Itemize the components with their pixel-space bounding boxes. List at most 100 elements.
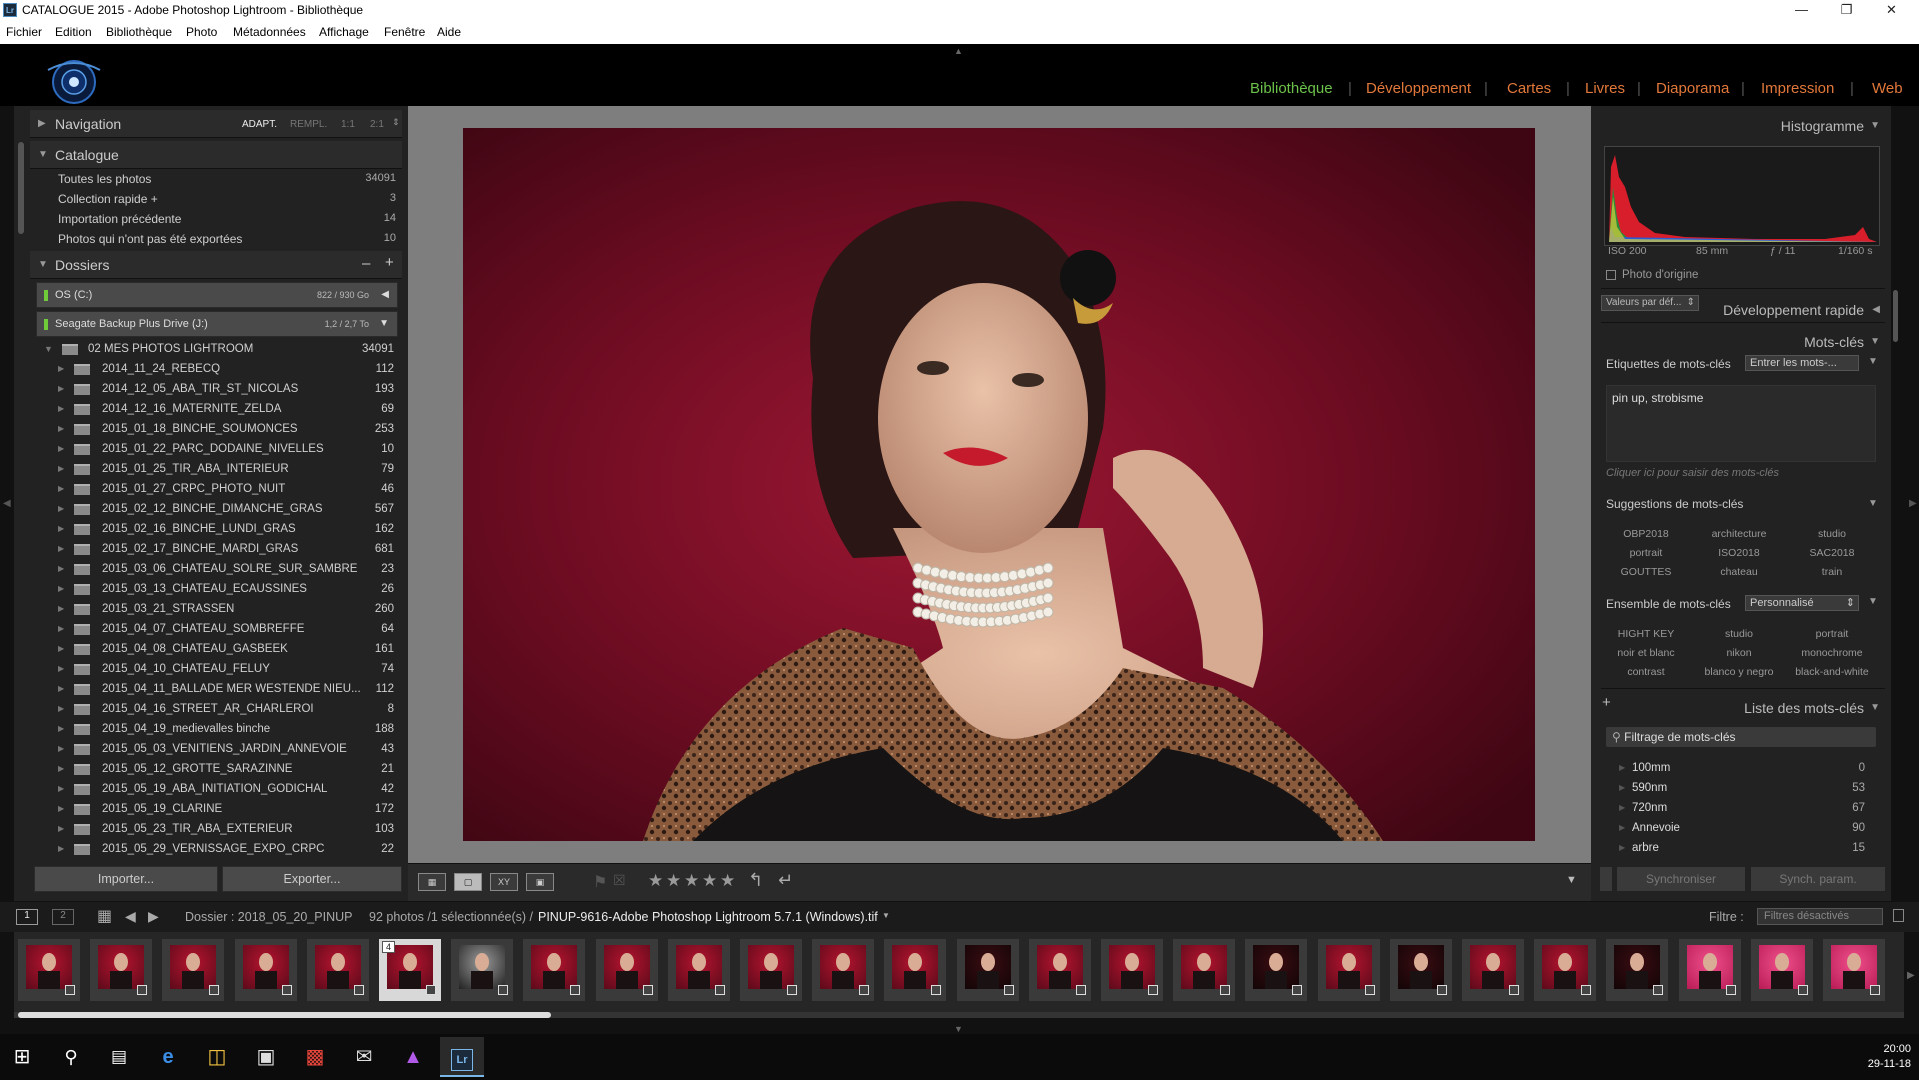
expand-icon[interactable]: ▶ [1619,763,1625,772]
keyword-tags-field[interactable]: pin up, strobisme [1606,385,1876,462]
folder-item[interactable]: ▶ 2015_03_06_CHATEAU_SOLRE_SUR_SAMBRE 23 [30,559,402,579]
folder-expand-icon[interactable]: ▶ [58,404,64,413]
catalog-item[interactable]: Importation précédente 14 [30,209,404,229]
catalog-item[interactable]: Toutes les photos 34091 [30,169,404,189]
filename[interactable]: PINUP-9616-Adobe Photoshop Lightroom 5.7… [538,910,878,924]
collapse-top-icon[interactable]: ▲ [954,46,963,56]
folder-expand-icon[interactable]: ▶ [58,664,64,673]
folder-expand-icon[interactable]: ▶ [58,704,64,713]
menu-aide[interactable]: Aide [437,25,461,39]
collapse-icon[interactable]: ▼ [1868,356,1878,367]
keyword-chip[interactable]: studio [1694,628,1784,640]
keyword-list-header[interactable]: Liste des mots-clés ▼ [1596,694,1886,722]
flag-icon[interactable]: ⚑ [593,872,607,892]
folder-expand-icon[interactable]: ▶ [58,464,64,473]
star-icon[interactable]: ★ [666,871,681,891]
keyword-hint[interactable]: Cliquer ici pour saisir des mots-clés [1606,467,1876,479]
folder-expand-icon[interactable]: ▶ [58,784,64,793]
filmstrip-thumbnail[interactable] [1028,939,1091,1001]
sync-settings-button[interactable]: Synch. param. [1750,866,1886,892]
menu-metadonnees[interactable]: Métadonnées [233,25,306,39]
folder-item[interactable]: ▶ 2015_01_25_TIR_ABA_INTERIEUR 79 [30,459,402,479]
folder-item[interactable]: ▶ 2015_03_13_CHATEAU_ECAUSSINES 26 [30,579,402,599]
zoom-more-icon[interactable]: ⇕ [392,117,400,128]
folder-item[interactable]: ▶ 2015_03_21_STRASSEN 260 [30,599,402,619]
filmstrip-thumbnail[interactable] [1173,939,1236,1001]
menu-edition[interactable]: Edition [55,25,92,39]
remove-folder-button[interactable]: – [362,255,370,272]
edge-icon[interactable]: e [146,1037,190,1077]
close-icon[interactable]: ✕ [1869,0,1914,20]
expand-icon[interactable]: ▶ [1619,823,1625,832]
catalog-header[interactable]: ▼ Catalogue [30,141,402,169]
keyword-chip[interactable]: GOUTTES [1601,566,1691,578]
histogram-header[interactable]: Histogramme ▼ [1596,112,1886,140]
filmstrip-thumbnail[interactable] [1462,939,1524,1001]
filmstrip-thumbnail[interactable] [1750,939,1813,1001]
catalog-item[interactable]: Photos qui n'ont pas été exportées 10 [30,229,404,249]
rotate-right-icon[interactable]: ↵ [778,870,793,891]
menu-fenetre[interactable]: Fenêtre [384,25,425,39]
expand-icon[interactable]: ▶ [1619,803,1625,812]
keyword-chip[interactable]: architecture [1694,528,1784,540]
loupe-view-icon[interactable]: ▢ [454,873,482,891]
windows-start-icon[interactable]: ⊞ [0,1037,44,1077]
folder-expand-icon[interactable]: ▶ [58,484,64,493]
keyword-chip[interactable]: HIGHT KEY [1601,628,1691,640]
right-panel-scrollbar[interactable] [1893,290,1898,342]
module-developpement[interactable]: Développement [1366,80,1471,97]
folder-item[interactable]: ▶ 2015_02_17_BINCHE_MARDI_GRAS 681 [30,539,402,559]
keyword-entry-mode-select[interactable]: Entrer les mots-... [1745,355,1859,371]
screen-2-button[interactable]: 2 [52,909,74,925]
filmstrip-thumbnail[interactable] [884,939,947,1001]
folder-expand-icon[interactable]: ▶ [58,804,64,813]
folder-item[interactable]: ▶ 2014_12_16_MATERNITE_ZELDA 69 [30,399,402,419]
keywords-header[interactable]: Mots-clés ▼ [1596,328,1886,356]
module-cartes[interactable]: Cartes [1507,80,1551,97]
filmstrip-thumbnail[interactable] [451,939,514,1001]
folder-expand-icon[interactable]: ▶ [58,424,64,433]
zoom-1-1[interactable]: 1:1 [341,119,355,130]
left-panel-scrollbar[interactable] [18,142,24,234]
filmstrip-thumbnail[interactable] [1317,939,1380,1001]
grid-view-icon[interactable]: ▦ [418,873,446,891]
collapse-bottom-icon[interactable]: ▼ [954,1024,963,1034]
filmstrip-thumbnail[interactable] [90,939,153,1001]
keyword-chip[interactable]: contrast [1601,666,1691,678]
triangle-app-icon[interactable]: ▲ [391,1037,435,1077]
folder-item[interactable]: ▶ 2014_12_05_ABA_TIR_ST_NICOLAS 193 [30,379,402,399]
keyword-chip[interactable]: portrait [1601,547,1691,559]
folder-expand-icon[interactable]: ▶ [58,844,64,853]
volume-seagate[interactable]: Seagate Backup Plus Drive (J:) 1,2 / 2,7… [36,311,398,337]
filmstrip-thumbnail[interactable] [1101,939,1163,1001]
keyword-list-item[interactable]: ▶ 720nm 67 [1601,800,1885,820]
filter-lock-icon[interactable] [1893,909,1904,922]
quick-develop-header[interactable]: Développement rapide ◀ [1596,296,1886,324]
filmstrip-thumbnail[interactable] [1606,939,1669,1001]
folder-expand-icon[interactable]: ▶ [58,504,64,513]
zoom-fit[interactable]: ADAPT. [242,119,277,130]
keyword-list-item[interactable]: ▶ Annevoie 90 [1601,820,1885,840]
folder-item[interactable]: ▶ 2015_04_07_CHATEAU_SOMBREFFE 64 [30,619,402,639]
folder-item[interactable]: ▶ 2015_05_23_TIR_ABA_EXTERIEUR 103 [30,819,402,839]
folder-icon[interactable]: ◫ [195,1037,239,1077]
module-diaporama[interactable]: Diaporama [1656,80,1729,97]
folder-item[interactable]: ▶ 2015_01_18_BINCHE_SOUMONCES 253 [30,419,402,439]
keyword-chip[interactable]: noir et blanc [1601,647,1691,659]
star-icon[interactable]: ★ [648,871,663,891]
keyword-chip[interactable]: portrait [1787,628,1877,640]
module-impression[interactable]: Impression [1761,80,1834,97]
add-folder-button[interactable]: + [385,254,394,271]
keyword-list-item[interactable]: ▶ 590nm 53 [1601,780,1885,800]
folder-item[interactable]: ▶ 2015_04_08_CHATEAU_GASBEEK 161 [30,639,402,659]
folder-item[interactable]: ▶ 2015_04_16_STREET_AR_CHARLEROI 8 [30,699,402,719]
screen-1-button[interactable]: 1 [16,909,38,925]
filmstrip-thumbnail[interactable] [1534,939,1597,1001]
folder-item[interactable]: ▶ 2015_04_19_medievalles binche 188 [30,719,402,739]
main-photo[interactable] [463,128,1535,841]
folder-item[interactable]: ▶ 2015_01_27_CRPC_PHOTO_NUIT 46 [30,479,402,499]
folder-expand-icon[interactable]: ▶ [58,564,64,573]
zoom-2-1[interactable]: 2:1 [370,119,384,130]
filmstrip-thumbnail[interactable] [1389,939,1452,1001]
right-collapse-icon[interactable]: ▶ [1909,498,1917,509]
